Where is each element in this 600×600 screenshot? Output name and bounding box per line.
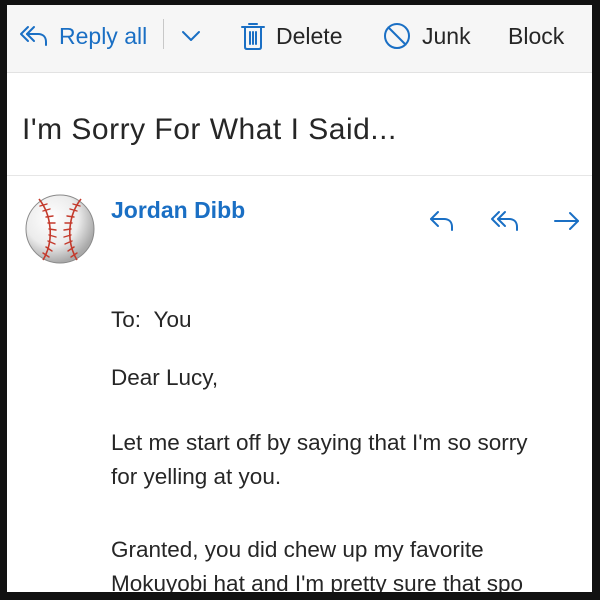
recipient-line: To: You <box>111 303 192 337</box>
reply-all-icon <box>20 26 47 46</box>
message-subject: I'm Sorry For What I Said... <box>22 113 397 146</box>
delete-button[interactable]: Delete <box>240 18 342 54</box>
reply-all-label: Reply all <box>59 22 148 49</box>
message-paragraph-1: Let me start off by saying that I'm so s… <box>111 426 528 494</box>
to-value: You <box>153 307 192 332</box>
block-button[interactable]: Block <box>508 18 564 54</box>
chevron-down-icon <box>182 31 200 41</box>
reply-all-button[interactable]: Reply all <box>19 18 147 54</box>
reply-options-dropdown[interactable] <box>179 18 203 54</box>
toolbar-divider <box>163 19 164 49</box>
header-divider <box>7 175 592 176</box>
trash-icon <box>241 23 265 50</box>
paragraph-2-line-2: Mokuyobi hat and I'm pretty sure that sp… <box>111 571 524 596</box>
block-label: Block <box>508 22 565 49</box>
paragraph-2-line-1: Granted, you did chew up my favorite <box>111 537 484 562</box>
reply-all-icon[interactable] <box>490 208 520 234</box>
toolbar: Reply all Delete Junk Block <box>7 5 592 73</box>
sender-name[interactable]: Jordan Dibb <box>111 197 245 224</box>
mail-window: Reply all Delete Junk Block I'm Sorry Fo… <box>0 0 600 600</box>
message-greeting: Dear Lucy, <box>111 365 219 390</box>
paragraph-1-line-2: for yelling at you. <box>111 464 282 489</box>
paragraph-1-line-1: Let me start off by saying that I'm so s… <box>111 430 528 455</box>
reply-icon[interactable] <box>427 208 457 234</box>
junk-button[interactable]: Junk <box>382 18 471 54</box>
message-paragraph-2: Granted, you did chew up my favorite Mok… <box>111 533 524 596</box>
baseball-avatar <box>25 194 95 264</box>
delete-label: Delete <box>276 22 343 49</box>
junk-label: Junk <box>422 22 471 49</box>
forward-icon[interactable] <box>552 208 582 234</box>
prohibited-icon <box>384 23 410 49</box>
to-label: To: <box>111 307 142 332</box>
